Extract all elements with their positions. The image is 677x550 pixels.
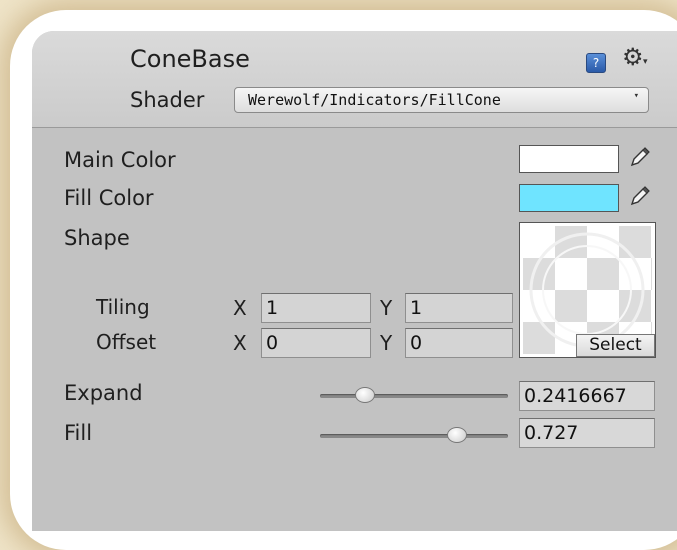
shape-texture-slot[interactable]: Select — [519, 222, 656, 358]
fill-label: Fill — [64, 421, 93, 445]
tiling-x-label: X — [233, 296, 247, 320]
fill-color-label: Fill Color — [64, 186, 154, 210]
gear-icon[interactable]: ⚙ — [622, 45, 644, 69]
gear-dropdown-caret[interactable]: ▾ — [643, 57, 648, 67]
offset-y-field[interactable]: 0 — [405, 328, 513, 358]
shader-dropdown-value: Werewolf/Indicators/FillCone — [248, 91, 501, 109]
material-header: ConeBase ? ⚙ ▾ Shader Werewolf/Indicator… — [32, 31, 677, 128]
expand-slider-track[interactable] — [320, 394, 508, 398]
tiling-x-field[interactable]: 1 — [261, 293, 371, 323]
offset-x-field[interactable]: 0 — [261, 328, 371, 358]
shader-label: Shader — [130, 88, 205, 112]
fill-slider-thumb[interactable] — [446, 427, 467, 443]
fill-value-field[interactable]: 0.727 — [519, 418, 655, 448]
fill-color-swatch[interactable] — [519, 184, 619, 212]
shape-label: Shape — [64, 226, 130, 250]
expand-slider-thumb[interactable] — [355, 387, 376, 403]
material-name: ConeBase — [130, 45, 250, 73]
expand-label: Expand — [64, 381, 143, 405]
expand-value-field[interactable]: 0.2416667 — [519, 381, 655, 411]
offset-y-label: Y — [380, 331, 393, 355]
tiling-y-field[interactable]: 1 — [405, 293, 513, 323]
fill-slider-track[interactable] — [320, 434, 508, 438]
shader-dropdown[interactable]: Werewolf/Indicators/FillCone ▾ — [234, 87, 649, 113]
offset-x-label: X — [233, 331, 247, 355]
material-inspector: ConeBase ? ⚙ ▾ Shader Werewolf/Indicator… — [32, 31, 677, 531]
texture-select-button[interactable]: Select — [576, 334, 655, 357]
tiling-label: Tiling — [96, 295, 150, 319]
help-book-icon[interactable]: ? — [586, 53, 606, 73]
tiling-y-label: Y — [380, 296, 393, 320]
eyedropper-icon[interactable] — [629, 146, 651, 168]
main-color-label: Main Color — [64, 148, 176, 172]
eyedropper-icon[interactable] — [629, 185, 651, 207]
offset-label: Offset — [96, 330, 157, 354]
chevron-down-icon: ▾ — [633, 91, 639, 101]
main-color-swatch[interactable] — [519, 145, 619, 173]
